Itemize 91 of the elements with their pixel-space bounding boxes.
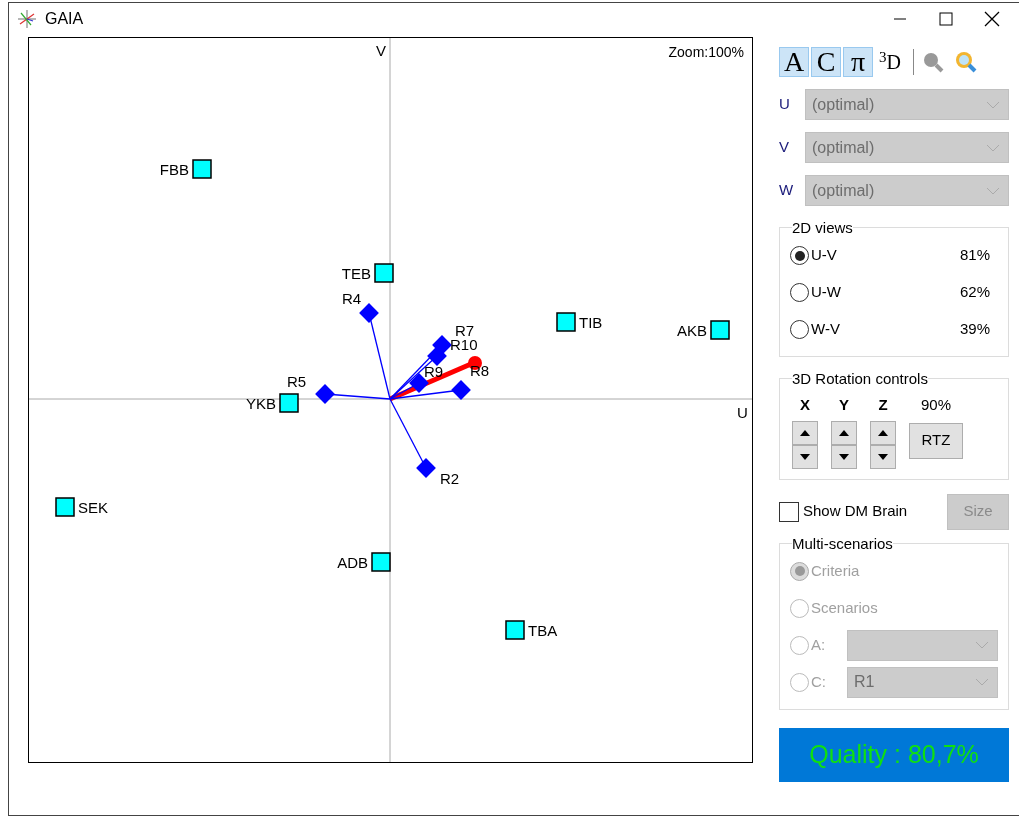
criterion-label: R10 <box>450 336 478 353</box>
toolbar-button[interactable]: A <box>779 47 809 77</box>
radio-label: Criteria <box>811 560 860 581</box>
chevron-icon <box>986 100 1000 109</box>
view-quality: 62% <box>959 282 990 303</box>
zoom-in-icon[interactable] <box>954 50 978 74</box>
view-quality: 39% <box>959 319 990 340</box>
down-arrow-icon <box>839 453 849 460</box>
axis-label: U <box>779 94 791 115</box>
criterion-label: R5 <box>287 373 307 390</box>
radio-label: U-V <box>811 245 837 266</box>
alternative-label: ADB <box>337 554 368 571</box>
alternative-label: AKB <box>677 322 707 339</box>
alternative-marker[interactable] <box>710 320 730 340</box>
criterion-axis[interactable] <box>359 303 391 400</box>
reset-button[interactable]: RTZ <box>909 422 963 459</box>
app-icon <box>17 9 37 29</box>
close-icon <box>984 11 1000 27</box>
criterion-label: R7 <box>455 322 475 339</box>
zoom-level: Zoom:100% <box>668 43 744 62</box>
down-arrow-icon <box>878 453 888 460</box>
alternative-marker[interactable] <box>371 552 391 572</box>
radio-button[interactable] <box>790 635 809 655</box>
view-quality: 81% <box>959 245 990 266</box>
up-arrow-icon <box>839 429 849 436</box>
quality-indicator: Quality : 80,7% <box>779 727 1009 782</box>
group-title: Multi-scenarios <box>792 535 893 551</box>
rotate-down-button[interactable] <box>870 444 896 469</box>
alternative-marker[interactable] <box>556 312 576 332</box>
radio-button[interactable] <box>790 561 809 581</box>
toolbar-button[interactable]: C <box>811 47 841 77</box>
criterion-label: R9 <box>424 363 444 380</box>
chevron-icon <box>986 143 1000 152</box>
dropdown-value: R1 <box>854 672 875 692</box>
chevron-icon <box>975 641 989 649</box>
alternative-marker[interactable] <box>55 497 75 517</box>
up-arrow-icon <box>878 429 888 436</box>
criterion-axis[interactable] <box>389 398 436 478</box>
criterion-label: R2 <box>440 470 460 487</box>
criterion-label: R4 <box>342 290 362 307</box>
criterion-label: R8 <box>470 362 490 379</box>
rotate-up-button[interactable] <box>831 420 857 445</box>
radio-button[interactable] <box>790 320 809 339</box>
axis-label: Y <box>839 395 849 415</box>
radio-button[interactable] <box>790 672 809 692</box>
zoom-out-icon[interactable] <box>922 51 944 73</box>
radio-button[interactable] <box>790 598 809 618</box>
toolbar-button[interactable]: π <box>843 47 873 77</box>
alternative-label: YKB <box>246 395 276 412</box>
radio-label: W-V <box>811 319 840 340</box>
checkbox-label: Show DM Brain <box>803 501 908 522</box>
radio-label: Scenarios <box>811 597 878 618</box>
rotate-down-button[interactable] <box>792 444 818 469</box>
group-title: 3D Rotation controls <box>792 371 928 386</box>
criterion-axis[interactable] <box>389 380 471 400</box>
alternative-label: TBA <box>528 622 558 639</box>
radio-label: A: <box>811 634 827 655</box>
chevron-icon <box>986 186 1000 195</box>
group-title: 2D views <box>792 220 853 235</box>
radio-button[interactable] <box>790 283 809 302</box>
alternative-label: TEB <box>341 265 371 282</box>
rotation-percent: 90% <box>921 395 951 415</box>
alternative-marker[interactable] <box>192 159 212 179</box>
radio-label: C: <box>811 671 827 692</box>
criterion-axis[interactable] <box>389 346 447 400</box>
alternative-label: TIB <box>579 314 603 331</box>
alternative-marker[interactable] <box>374 263 394 283</box>
radio-button[interactable] <box>790 246 809 265</box>
rotate-up-button[interactable] <box>792 420 818 445</box>
axis-label: Z <box>878 395 888 415</box>
criterion-axis[interactable] <box>315 384 391 404</box>
axis-label: U <box>737 404 748 421</box>
axis-label: V <box>376 42 386 59</box>
alternative-label: FBB <box>159 161 189 178</box>
rotate-down-button[interactable] <box>831 444 857 469</box>
down-arrow-icon <box>800 453 810 460</box>
chevron-icon <box>975 678 989 686</box>
axis-label: W <box>779 180 795 201</box>
gaia-plane[interactable]: V U FBB TEB TIB AKB YKB SEK ADB TBA R4 R5 R7 R10 R9 R8 R2 Zoom:100% <box>28 37 753 763</box>
rotate-up-button[interactable] <box>870 420 896 445</box>
alternative-label: SEK <box>78 499 108 516</box>
toolbar-button[interactable]: $^{3}$D <box>875 47 905 77</box>
alternative-marker[interactable] <box>279 393 299 413</box>
window-title: GAIA <box>45 9 84 29</box>
radio-label: U-W <box>811 282 841 303</box>
axis-label: X <box>800 395 810 415</box>
up-arrow-icon <box>800 429 810 436</box>
axis-label: V <box>779 137 790 158</box>
checkbox[interactable] <box>779 501 799 522</box>
alternative-marker[interactable] <box>505 620 525 640</box>
maximize-icon <box>939 12 953 26</box>
